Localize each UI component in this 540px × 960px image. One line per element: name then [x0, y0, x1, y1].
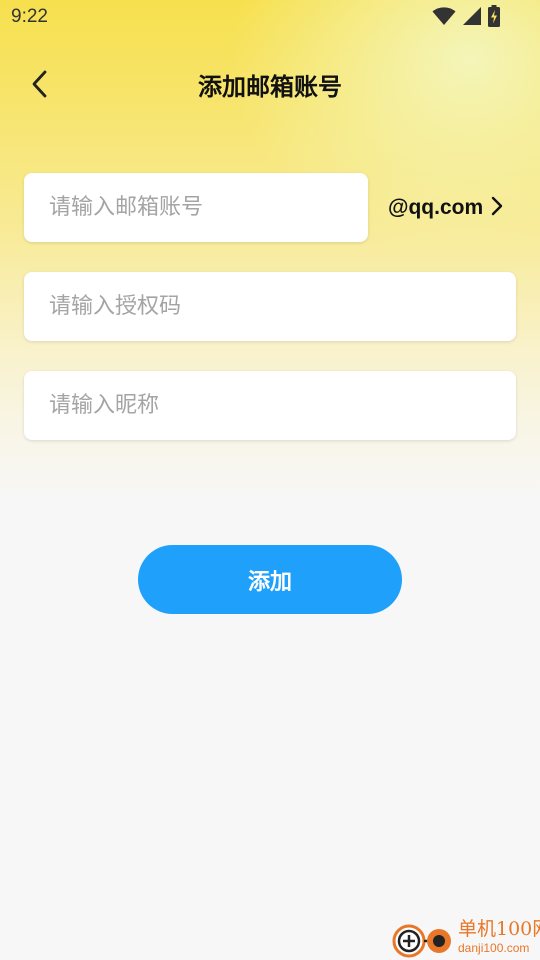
- auth-code-field[interactable]: [24, 272, 516, 341]
- chevron-right-icon: [491, 196, 503, 220]
- status-icons: [432, 5, 500, 31]
- wifi-icon: [432, 6, 456, 30]
- email-domain-label: @qq.com: [388, 196, 484, 219]
- signal-icon: [462, 6, 482, 30]
- watermark-name: 单机100网: [458, 918, 540, 940]
- email-domain-select[interactable]: @qq.com: [388, 190, 503, 226]
- status-time: 9:22: [11, 6, 48, 27]
- page-title: 添加邮箱账号: [198, 73, 342, 101]
- watermark-logo-icon: [392, 918, 454, 960]
- watermark: 单机100网 danji100.com: [392, 918, 540, 960]
- auth-code-input[interactable]: [24, 272, 516, 341]
- status-bar: 9:22: [0, 0, 540, 36]
- battery-charging-icon: [488, 5, 500, 31]
- nickname-input[interactable]: [24, 371, 516, 440]
- header-gradient-background: [0, 0, 540, 960]
- add-button[interactable]: 添加: [138, 545, 402, 614]
- email-field[interactable]: [24, 173, 368, 242]
- email-input[interactable]: [24, 173, 368, 242]
- watermark-url: danji100.com: [458, 941, 530, 955]
- nickname-field[interactable]: [24, 371, 516, 440]
